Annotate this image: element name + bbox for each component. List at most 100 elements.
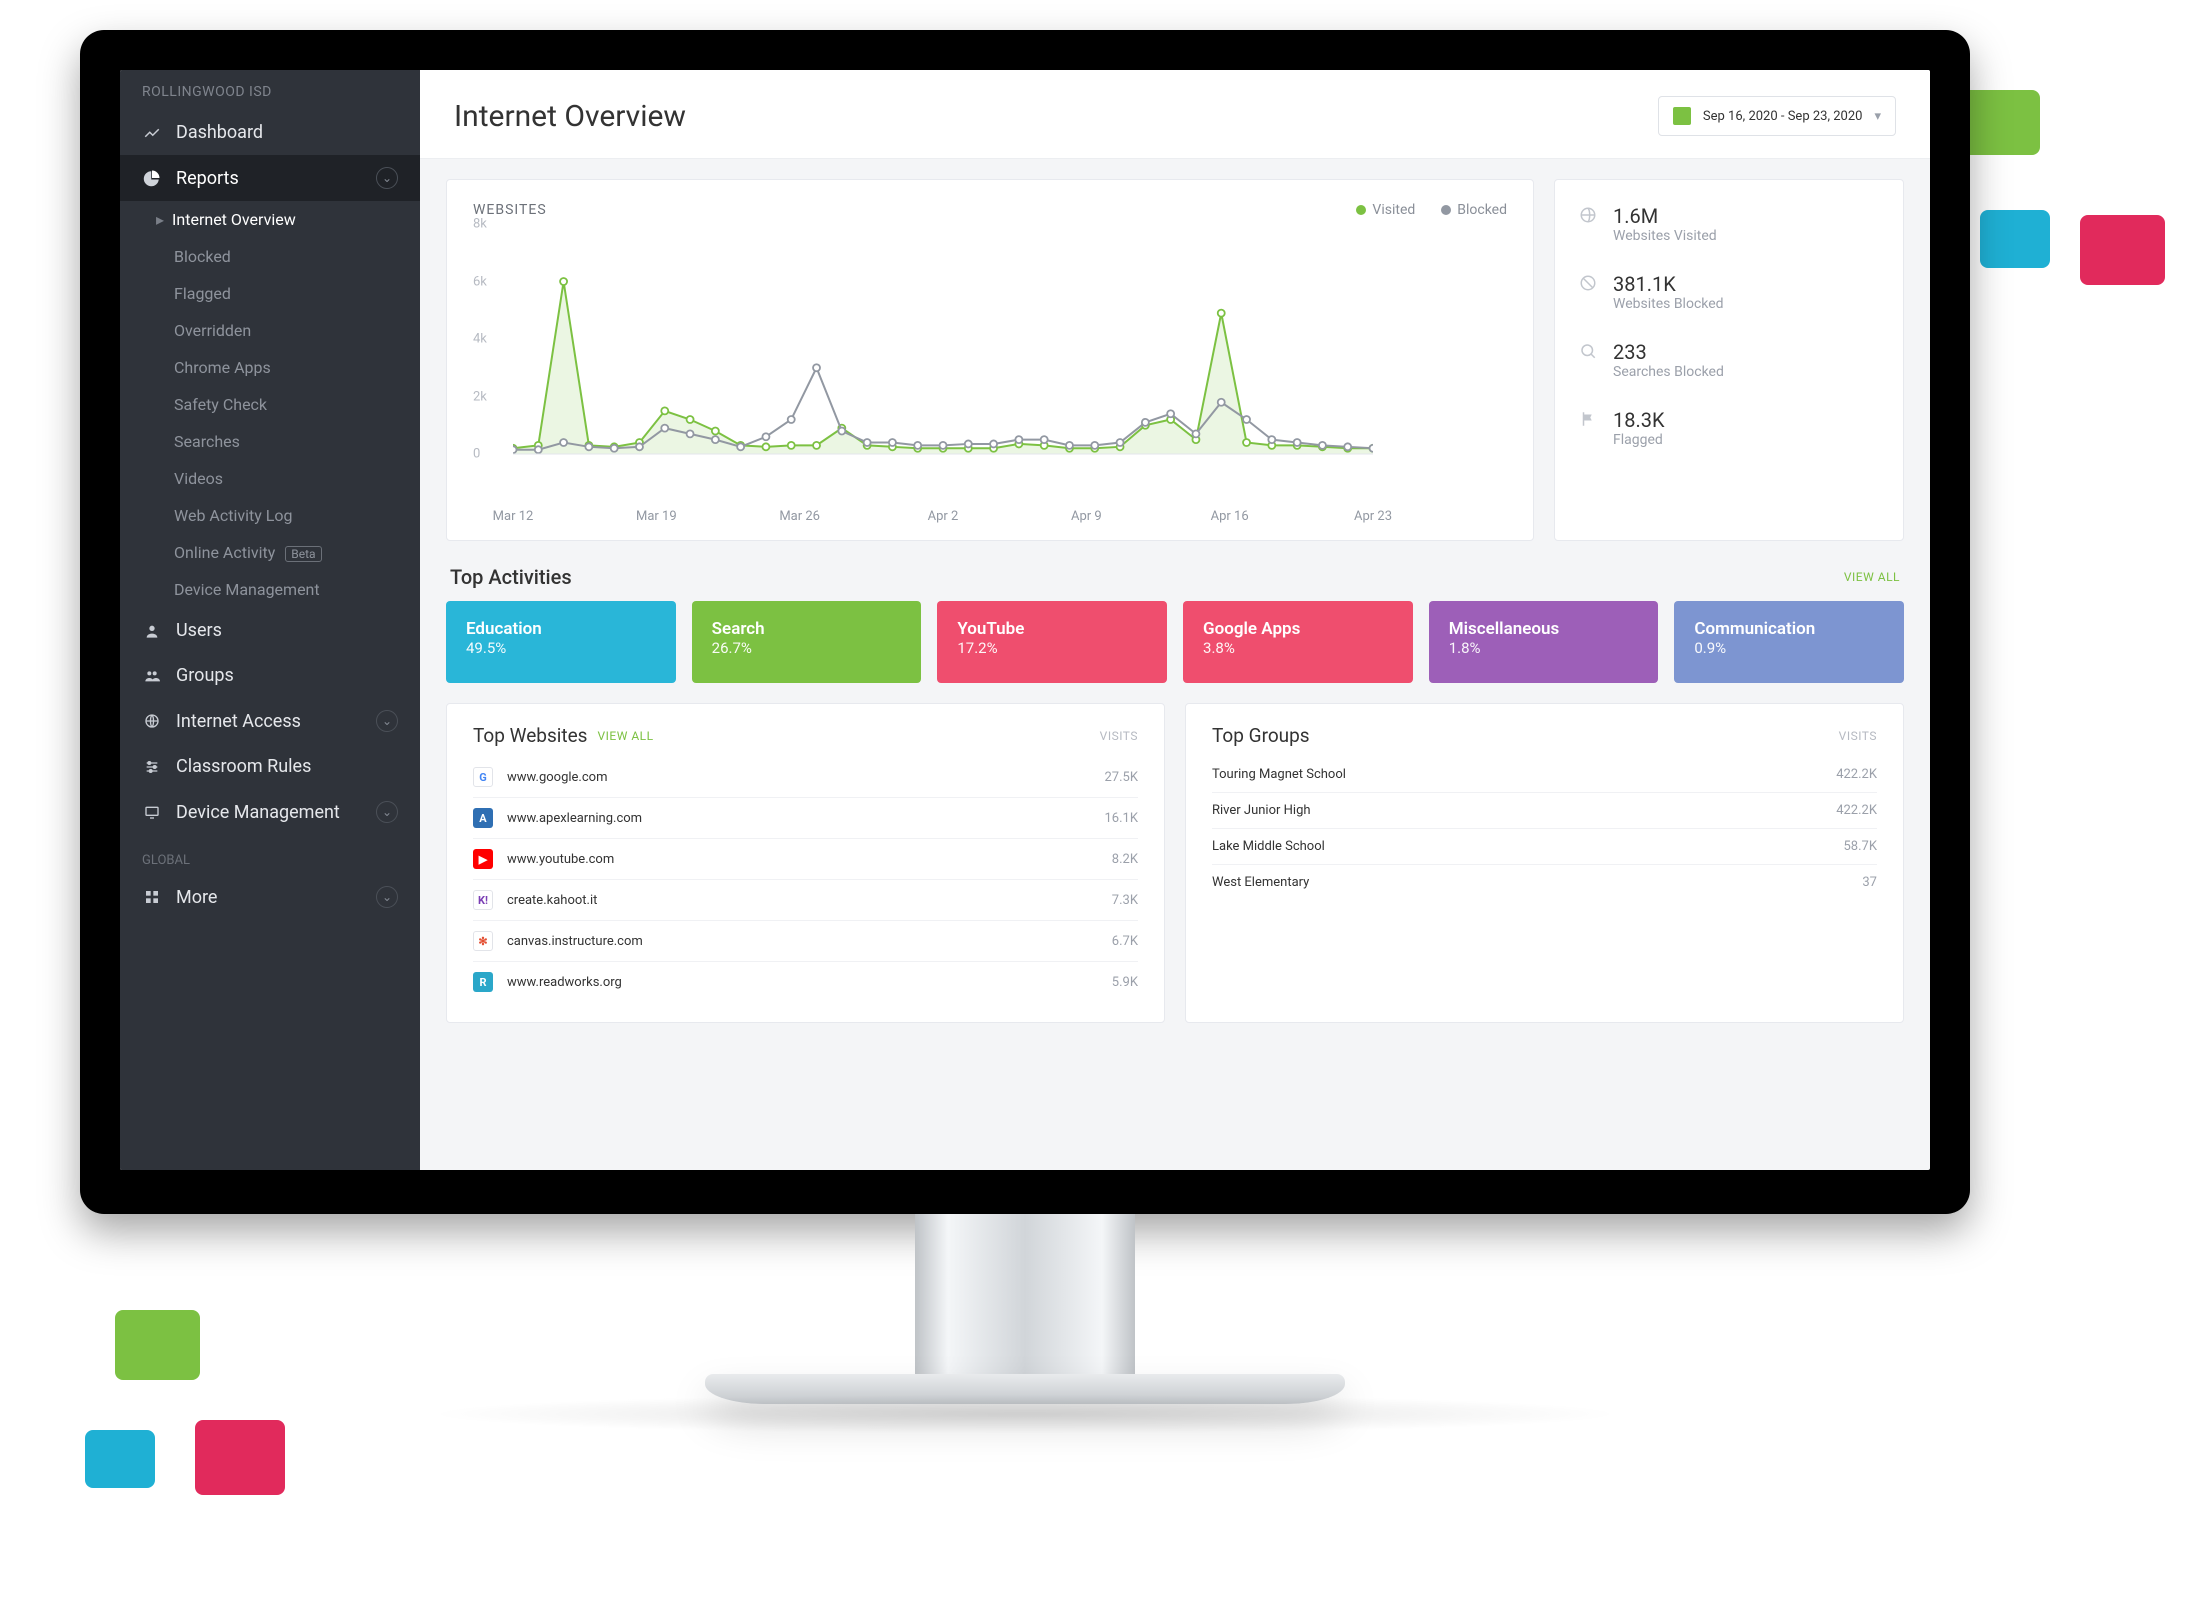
site-host: canvas.instructure.com <box>507 934 643 949</box>
site-visits: 5.9K <box>1112 975 1138 990</box>
sidebar-sub-item[interactable]: Chrome Apps <box>120 349 420 386</box>
group-visits: 422.2K <box>1836 803 1877 818</box>
sidebar-sub-item[interactable]: Videos <box>120 460 420 497</box>
table-row[interactable]: Touring Magnet School 422.2K <box>1212 757 1877 792</box>
x-tick-label: Mar 26 <box>779 509 820 524</box>
date-range-picker[interactable]: Sep 16, 2020 - Sep 23, 2020 ▾ <box>1658 96 1896 136</box>
group-visits: 422.2K <box>1836 767 1877 782</box>
websites-chart-card: WEBSITES Visited Blocked 02k4k6k8kMar 12… <box>446 179 1534 541</box>
site-visits: 6.7K <box>1112 934 1138 949</box>
activity-label: Communication <box>1694 619 1884 639</box>
activity-tile[interactable]: Miscellaneous1.8% <box>1429 601 1659 683</box>
nav-group-global: GLOBAL <box>120 835 420 874</box>
table-row[interactable]: K!create.kahoot.it7.3K <box>473 879 1138 920</box>
sidebar-sub-item[interactable]: Web Activity Log <box>120 497 420 534</box>
nav-label: Reports <box>176 168 239 189</box>
group-name: Touring Magnet School <box>1212 767 1346 782</box>
stat-item: 1.6MWebsites Visited <box>1555 190 1903 258</box>
sliders-icon <box>142 757 162 777</box>
sidebar-sub-item[interactable]: Online Activity Beta <box>120 534 420 571</box>
site-visits: 8.2K <box>1112 852 1138 867</box>
group-visits: 37 <box>1862 875 1877 890</box>
table-row[interactable]: West Elementary37 <box>1212 864 1877 900</box>
site-host: create.kahoot.it <box>507 893 597 908</box>
globe-icon <box>1577 204 1599 226</box>
table-row[interactable]: Rwww.readworks.org5.9K <box>473 961 1138 1002</box>
stats-card: 1.6MWebsites Visited381.1KWebsites Block… <box>1554 179 1904 541</box>
main-content: Internet Overview Sep 16, 2020 - Sep 23,… <box>420 70 1930 1170</box>
sidebar-sub-item[interactable]: Searches <box>120 423 420 460</box>
table-row[interactable]: Awww.apexlearning.com16.1K <box>473 797 1138 838</box>
nav-device-management[interactable]: Device Management ⌄ <box>120 789 420 835</box>
nav-users[interactable]: Users <box>120 608 420 653</box>
nav-classroom-rules[interactable]: Classroom Rules <box>120 744 420 789</box>
user-icon <box>142 621 162 641</box>
nav-label: Internet Access <box>176 711 301 732</box>
legend-blocked: Blocked <box>1457 202 1507 218</box>
column-header-visits: VISITS <box>1839 729 1877 743</box>
activity-tiles: Education49.5%Search26.7%YouTube17.2%Goo… <box>446 601 1904 683</box>
top-websites-title: Top Websites <box>473 724 587 747</box>
nav-label: Dashboard <box>176 122 263 143</box>
stat-item: 18.3KFlagged <box>1555 394 1903 462</box>
stat-value: 1.6M <box>1613 204 1717 228</box>
sidebar-sub-item[interactable]: ▸Internet Overview <box>120 201 420 238</box>
activity-percent: 0.9% <box>1694 639 1884 657</box>
activity-label: Search <box>712 619 902 639</box>
nav-dashboard[interactable]: Dashboard <box>120 110 420 155</box>
nav-internet-access[interactable]: Internet Access ⌄ <box>120 698 420 744</box>
nav-reports[interactable]: Reports ⌄ <box>120 155 420 201</box>
nav-more[interactable]: More ⌄ <box>120 874 420 920</box>
table-row[interactable]: Gwww.google.com27.5K <box>473 757 1138 797</box>
sidebar-sub-item[interactable]: Blocked <box>120 238 420 275</box>
sidebar-sub-item[interactable]: Device Management <box>120 571 420 608</box>
table-row[interactable]: Lake Middle School58.7K <box>1212 828 1877 864</box>
stat-value: 381.1K <box>1613 272 1724 296</box>
nav-label: Classroom Rules <box>176 756 311 777</box>
table-row[interactable]: ✻ canvas.instructure.com 6.7K <box>473 920 1138 961</box>
nav-label: Users <box>176 620 222 641</box>
x-tick-label: Apr 2 <box>928 509 959 524</box>
site-favicon: ▶ <box>473 849 493 869</box>
activity-tile[interactable]: Education49.5% <box>446 601 676 683</box>
sidebar-sub-item[interactable]: Overridden <box>120 312 420 349</box>
chart-plot-area: 02k4k6k8kMar 12Mar 19Mar 26Apr 2Apr 9Apr… <box>473 224 1507 524</box>
grid-icon <box>142 887 162 907</box>
site-favicon: ✻ <box>473 931 493 951</box>
table-row[interactable]: ▶www.youtube.com8.2K <box>473 838 1138 879</box>
app-screen: ROLLINGWOOD ISD Dashboard Reports ⌄ <box>120 70 1930 1170</box>
x-tick-label: Mar 12 <box>493 509 534 524</box>
sidebar-sub-item[interactable]: Flagged <box>120 275 420 312</box>
nav-groups[interactable]: Groups <box>120 653 420 698</box>
site-favicon: A <box>473 808 493 828</box>
activity-tile[interactable]: Google Apps3.8% <box>1183 601 1413 683</box>
activity-percent: 1.8% <box>1449 639 1639 657</box>
site-host: www.readworks.org <box>507 975 622 990</box>
org-name: ROLLINGWOOD ISD <box>120 70 420 110</box>
sidebar: ROLLINGWOOD ISD Dashboard Reports ⌄ <box>120 70 420 1170</box>
chevron-down-icon: ⌄ <box>376 801 398 823</box>
view-all-activities[interactable]: VIEW ALL <box>1844 570 1900 584</box>
view-all-websites[interactable]: VIEW ALL <box>597 729 653 743</box>
activity-tile[interactable]: Communication0.9% <box>1674 601 1904 683</box>
top-groups-card: Top Groups VISITS Touring Magnet School4… <box>1185 703 1904 1023</box>
activity-percent: 17.2% <box>957 639 1147 657</box>
activity-tile[interactable]: Search26.7% <box>692 601 922 683</box>
sidebar-sub-item[interactable]: Safety Check <box>120 386 420 423</box>
monitor-shadow <box>425 1394 1625 1434</box>
activity-label: YouTube <box>957 619 1147 639</box>
globe-icon <box>142 711 162 731</box>
chart-icon <box>142 123 162 143</box>
site-favicon: G <box>473 767 493 787</box>
deco-shape <box>1980 210 2050 268</box>
date-range-value: Sep 16, 2020 - Sep 23, 2020 <box>1703 109 1863 124</box>
x-tick-label: Apr 9 <box>1071 509 1102 524</box>
activity-tile[interactable]: YouTube17.2% <box>937 601 1167 683</box>
table-row[interactable]: River Junior High422.2K <box>1212 792 1877 828</box>
stat-item: 381.1KWebsites Blocked <box>1555 258 1903 326</box>
stat-label: Websites Visited <box>1613 228 1717 244</box>
nav-label: Device Management <box>176 802 340 823</box>
activity-label: Education <box>466 619 656 639</box>
site-host: www.apexlearning.com <box>507 811 642 826</box>
chevron-down-icon: ⌄ <box>376 710 398 732</box>
